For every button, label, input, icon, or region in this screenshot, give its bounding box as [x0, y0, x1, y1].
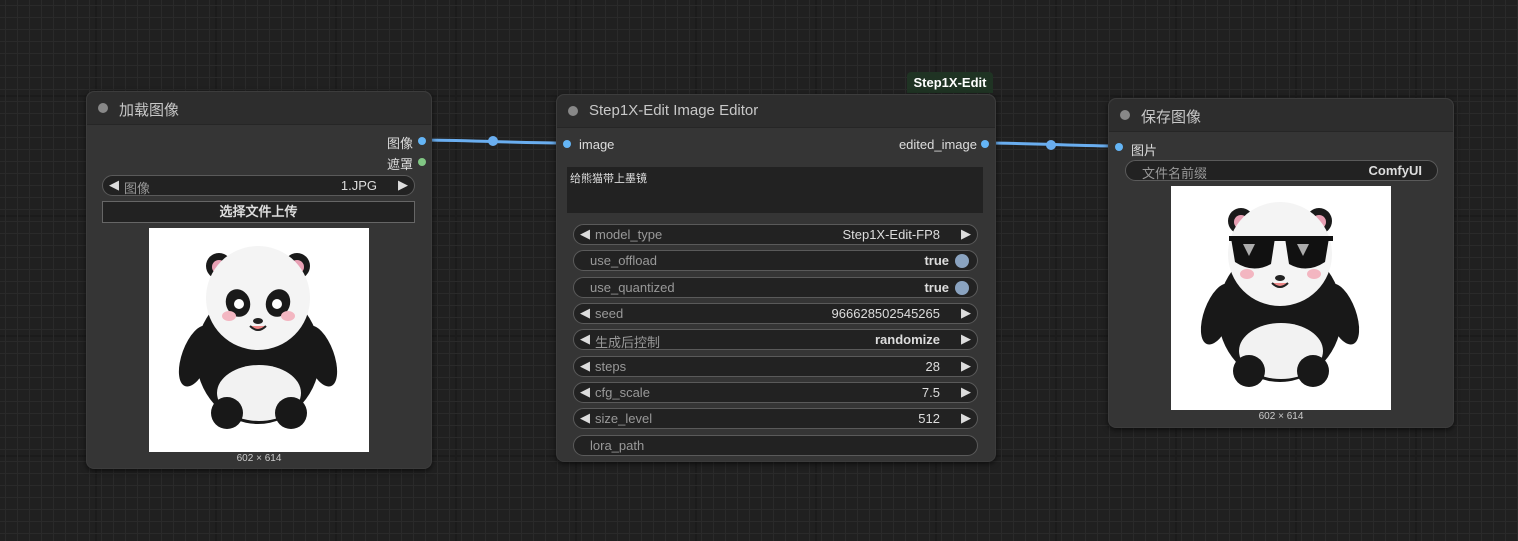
- arrow-left-icon[interactable]: ◀: [580, 410, 590, 426]
- arrow-left-icon[interactable]: ◀: [580, 331, 590, 347]
- arrow-right-icon[interactable]: ▶: [961, 226, 971, 242]
- widget-label: 生成后控制: [595, 335, 661, 350]
- node-title: Step1X-Edit Image Editor: [589, 102, 759, 119]
- link-midpoint-1[interactable]: [488, 136, 498, 146]
- filename-prefix-input[interactable]: 文件名前缀 ComfyUI: [1125, 160, 1438, 181]
- output-mask-label: 遮罩: [386, 157, 413, 172]
- widget-label: lora_path: [590, 438, 645, 453]
- widget-label: model_type: [595, 227, 663, 242]
- link-midpoint-2[interactable]: [1046, 140, 1056, 150]
- output-edited-image-label: edited_image: [898, 137, 977, 152]
- arrow-right-icon[interactable]: ▶: [398, 177, 408, 193]
- input-images-label: 图片: [1131, 143, 1158, 158]
- widget-value: 1.JPG: [340, 178, 377, 193]
- widget-value: 512: [918, 411, 940, 426]
- node-header[interactable]: 保存图像: [1109, 99, 1453, 132]
- seed-widget[interactable]: ◀ seed 966628502545265 ▶: [573, 303, 978, 324]
- node-header[interactable]: Step1X-Edit Image Editor: [557, 95, 995, 128]
- widget-label: seed: [595, 306, 624, 321]
- widget-value: true: [924, 280, 949, 295]
- widget-value: randomize: [874, 332, 940, 347]
- input-image-slot[interactable]: [563, 140, 571, 148]
- group-badge[interactable]: Step1X-Edit: [907, 72, 993, 93]
- node-title: 保存图像: [1141, 109, 1202, 126]
- widget-label: steps: [595, 359, 627, 374]
- output-image-slot[interactable]: [418, 137, 426, 145]
- widget-label: cfg_scale: [595, 385, 650, 400]
- image-dimensions: 602 × 614: [236, 453, 282, 464]
- node-collapse-dot[interactable]: [568, 106, 578, 116]
- control-after-generate-widget[interactable]: ◀ 生成后控制 randomize ▶: [573, 329, 978, 350]
- widget-label: 图像: [124, 181, 151, 196]
- output-mask-slot[interactable]: [418, 158, 426, 166]
- widget-value: Step1X-Edit-FP8: [842, 227, 940, 242]
- panda-sunglasses-image: [1200, 202, 1360, 387]
- use-quantized-toggle[interactable]: use_quantized true: [573, 277, 978, 298]
- widget-value: ComfyUI: [1368, 163, 1422, 178]
- widget-label: 文件名前缀: [1142, 166, 1208, 181]
- widget-value: 7.5: [921, 385, 940, 400]
- widget-value: true: [924, 253, 949, 268]
- widget-label: size_level: [595, 411, 653, 426]
- upload-button[interactable]: 选择文件上传: [102, 201, 415, 223]
- arrow-left-icon[interactable]: ◀: [580, 358, 590, 374]
- image-dimensions: 602 × 614: [1258, 411, 1304, 422]
- arrow-right-icon[interactable]: ▶: [961, 410, 971, 426]
- step1x-edit-node[interactable]: Step1X-Edit Image Editor image edited_im…: [556, 94, 996, 462]
- link-image-to-editor[interactable]: [420, 138, 567, 145]
- output-edited-image-slot[interactable]: [981, 140, 989, 148]
- arrow-left-icon[interactable]: ◀: [580, 226, 590, 242]
- output-image-label: 图像: [386, 136, 413, 151]
- arrow-left-icon[interactable]: ◀: [580, 384, 590, 400]
- steps-widget[interactable]: ◀ steps 28 ▶: [573, 356, 978, 377]
- toggle-knob[interactable]: [955, 281, 969, 295]
- arrow-right-icon[interactable]: ▶: [961, 305, 971, 321]
- widget-label: use_offload: [590, 253, 657, 268]
- node-collapse-dot[interactable]: [98, 103, 108, 113]
- node-collapse-dot[interactable]: [1120, 110, 1130, 120]
- arrow-right-icon[interactable]: ▶: [961, 331, 971, 347]
- output-image: [1171, 186, 1391, 410]
- input-image-label: image: [579, 137, 615, 152]
- panda-image: [178, 246, 338, 429]
- arrow-left-icon[interactable]: ◀: [580, 305, 590, 321]
- arrow-right-icon[interactable]: ▶: [961, 358, 971, 374]
- input-images-slot[interactable]: [1115, 143, 1123, 151]
- use-offload-toggle[interactable]: use_offload true: [573, 250, 978, 271]
- link-editor-to-save[interactable]: [983, 141, 1119, 148]
- load-image-node[interactable]: 加载图像 图像 遮罩 ◀ 图像 1.JPG ▶ 选择文件上传 602 × 614: [86, 91, 432, 469]
- node-header[interactable]: 加载图像: [87, 92, 431, 125]
- arrow-right-icon[interactable]: ▶: [961, 384, 971, 400]
- lora-path-input[interactable]: lora_path: [573, 435, 978, 456]
- widget-value: 966628502545265: [831, 306, 940, 321]
- cfg-scale-widget[interactable]: ◀ cfg_scale 7.5 ▶: [573, 382, 978, 403]
- preview-image: [149, 228, 369, 452]
- save-image-node[interactable]: 保存图像 图片 文件名前缀 ComfyUI 602 × 614: [1108, 98, 1454, 428]
- arrow-left-icon[interactable]: ◀: [109, 177, 119, 193]
- image-select-widget[interactable]: ◀ 图像 1.JPG ▶: [102, 175, 415, 196]
- toggle-knob[interactable]: [955, 254, 969, 268]
- size-level-widget[interactable]: ◀ size_level 512 ▶: [573, 408, 978, 429]
- prompt-textarea[interactable]: 给熊猫带上墨镜: [567, 167, 983, 213]
- widget-label: use_quantized: [590, 280, 675, 295]
- widget-value: 28: [925, 359, 940, 374]
- model-type-widget[interactable]: ◀ model_type Step1X-Edit-FP8 ▶: [573, 224, 978, 245]
- node-title: 加载图像: [119, 102, 180, 119]
